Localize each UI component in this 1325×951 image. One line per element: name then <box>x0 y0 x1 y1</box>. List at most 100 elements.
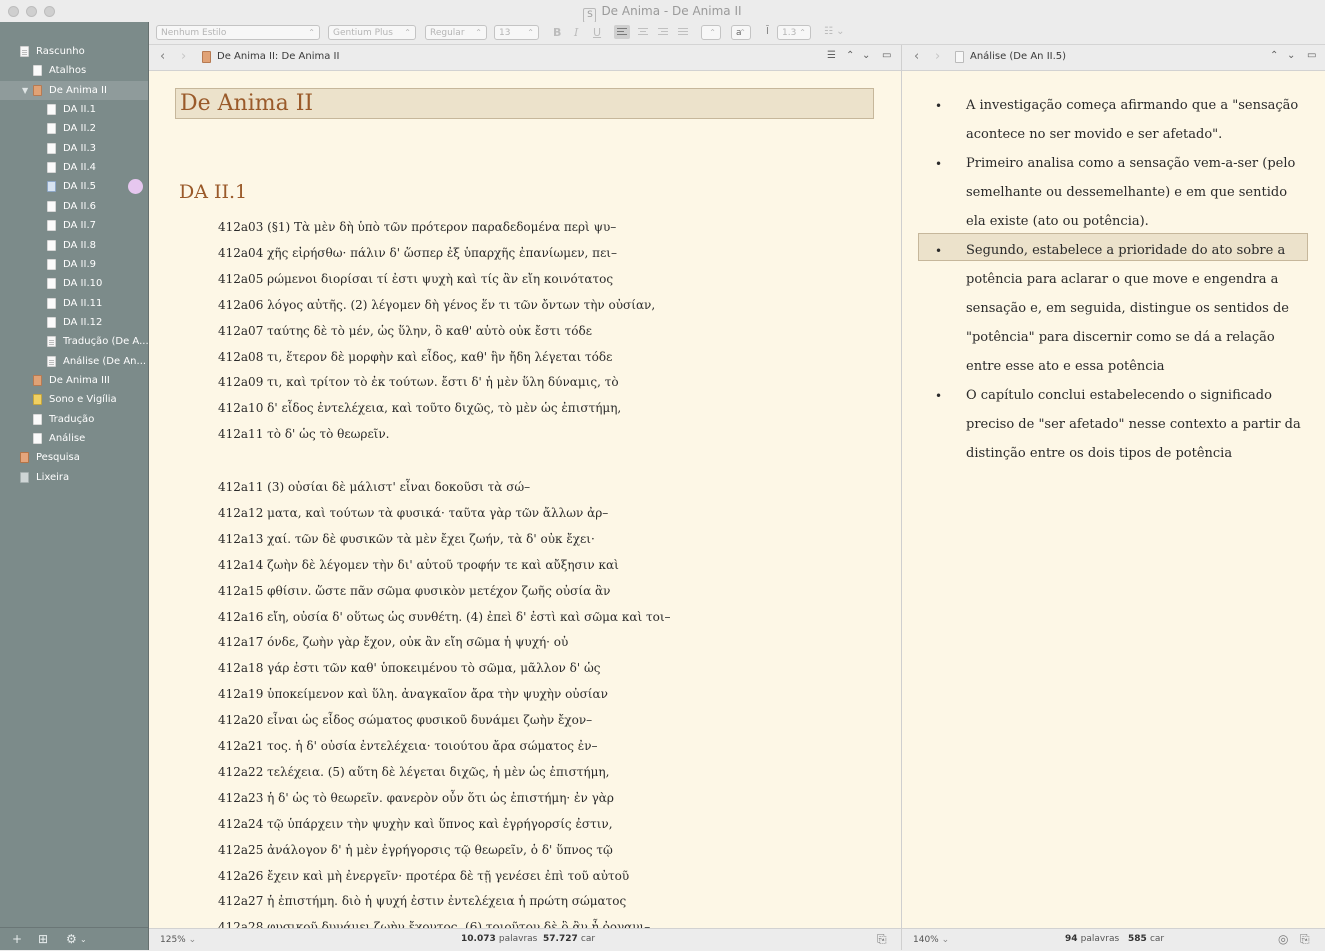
binder-item[interactable]: DA II.10 <box>0 274 148 293</box>
notes-icon <box>47 336 56 348</box>
binder-item-label: Análise (De An... <box>63 355 147 367</box>
document-icon <box>955 51 964 63</box>
binder-item[interactable]: DA II.5 <box>0 177 148 196</box>
binder-item[interactable]: Atalhos <box>0 61 148 80</box>
binder-item[interactable]: Tradução (De A... <box>0 332 149 351</box>
binder-item[interactable]: DA II.4 <box>0 158 148 177</box>
breadcrumb-document: De Anima II <box>281 51 340 62</box>
align-justify-icon <box>678 28 688 35</box>
binder-item-label: Atalhos <box>49 65 87 77</box>
binder-item[interactable]: Tradução <box>0 410 148 429</box>
split-toggle-icon[interactable]: ▭ <box>882 50 891 61</box>
chevron-down-icon[interactable]: ⌄ <box>1287 50 1295 61</box>
binder-item[interactable]: DA II.2 <box>0 119 148 138</box>
notebook-icon <box>33 84 42 96</box>
binder-item[interactable]: DA II.3 <box>0 139 148 158</box>
window-title-text: De Anima - De Anima II <box>601 4 742 18</box>
doc-icon <box>33 413 42 425</box>
binder-item[interactable]: Análise (De An... <box>0 352 148 371</box>
align-right-button[interactable] <box>655 25 671 42</box>
doc-icon <box>33 433 42 444</box>
binder-item-label: DA II.7 <box>63 220 96 232</box>
binder-item[interactable]: DA II.9 <box>0 255 148 274</box>
binder-item-label: De Anima III <box>49 374 110 386</box>
add-folder-icon[interactable]: ⊞ <box>38 932 48 946</box>
align-justify-button[interactable] <box>675 25 691 42</box>
binder-item[interactable]: DA II.8 <box>0 236 148 255</box>
chevron-down-icon[interactable]: ⌄ <box>80 935 87 944</box>
chevron-up-icon[interactable]: ⌃ <box>1270 50 1278 61</box>
font-weight-select[interactable]: Regular <box>425 25 487 40</box>
bookmark-icon[interactable]: ⎘ <box>1300 932 1310 947</box>
bold-button[interactable]: B <box>553 26 561 39</box>
split-toggle-icon[interactable]: ▭ <box>1307 50 1316 61</box>
highlight-color-select[interactable]: a <box>731 25 751 40</box>
word-count: 94 palavras <box>1065 934 1119 944</box>
right-editor[interactable]: • A investigação começa afirmando que a "… <box>902 71 1325 928</box>
bullet-marker: • <box>935 99 943 113</box>
list-icon[interactable]: ☷ ⌄ <box>824 26 845 37</box>
notebook-icon <box>33 374 42 386</box>
binder-sidebar: Rascunho Atalhos ▼ De Anima II DA II.1 DA II.… <box>0 22 149 950</box>
chevron-down-icon[interactable]: ⌄ <box>862 50 870 61</box>
align-left-button[interactable] <box>614 25 630 39</box>
line-spacing-select[interactable]: 1.3 <box>777 25 811 40</box>
char-count-label: car <box>580 934 596 944</box>
style-select[interactable]: Nenhum Estilo <box>156 25 320 40</box>
scrivener-app-icon: S <box>583 8 597 23</box>
zoom-select[interactable]: 125% <box>160 935 196 945</box>
yellow-icon <box>33 394 42 406</box>
char-count-value: 585 <box>1128 934 1147 944</box>
binder-item[interactable]: DA II.1 <box>0 100 148 119</box>
binder-item-label: Tradução (De A... <box>63 336 149 348</box>
binder-item[interactable]: De Anima III <box>0 371 148 390</box>
doc-icon <box>47 278 56 290</box>
right-doc-title[interactable]: Análise (De An II.5) <box>970 51 1066 62</box>
target-icon[interactable]: ⎘ <box>877 932 887 947</box>
underline-button[interactable]: U <box>593 26 601 39</box>
align-center-button[interactable] <box>635 25 651 42</box>
font-size-select[interactable]: 13 <box>494 25 539 40</box>
binder-item[interactable]: DA II.12 <box>0 313 148 332</box>
binder-item[interactable]: Pesquisa <box>0 448 148 467</box>
binder-item[interactable]: Sono e Vigília <box>0 390 148 409</box>
text-line: 412a07 ταύτης δὲ τὸ μέν, ὡς ὕλην, ὃ καθ'… <box>218 323 592 338</box>
font-family-select[interactable]: Gentium Plus <box>328 25 416 40</box>
binder-item[interactable]: DA II.11 <box>0 294 148 313</box>
doc-icon <box>47 123 56 135</box>
back-arrow-icon[interactable]: ‹ <box>914 49 919 64</box>
zoom-select[interactable]: 140% <box>913 935 949 945</box>
doc-icon <box>47 258 56 270</box>
binder-item-label: DA II.9 <box>63 258 96 270</box>
text-line: 412a06 λόγος αὐτῆς. (2) λέγομεν δὴ γένος… <box>218 297 656 312</box>
hamburger-menu-icon[interactable]: ☰ <box>827 50 836 61</box>
binder-item[interactable]: DA II.6 <box>0 197 148 216</box>
text-color-select[interactable] <box>701 25 721 40</box>
binder-item[interactable]: Rascunho <box>0 42 148 61</box>
forward-arrow-icon[interactable]: › <box>935 49 940 64</box>
binder-item[interactable]: Análise <box>0 429 148 448</box>
binder-item[interactable]: Lixeira <box>0 468 148 487</box>
text-line: 412a11 (3) οὐσίαι δὲ μάλιστ' εἶναι δοκοῦ… <box>218 480 531 494</box>
text-line: 412a19 ὑποκείμενον καὶ ὕλη. ἀναγκαῖον ἄρ… <box>218 687 608 702</box>
left-breadcrumb[interactable]: De Anima II: De Anima II <box>217 51 339 62</box>
disclosure-triangle-icon[interactable]: ▼ <box>22 81 28 100</box>
bullet-marker: • <box>935 157 943 171</box>
bullet-marker: • <box>935 244 943 258</box>
binder-item[interactable]: ▼ De Anima II <box>0 80 148 100</box>
gear-icon[interactable]: ⚙ <box>66 932 77 946</box>
text-line: 412a20 εἶναι ὡς εἶδος σώματος φυσικοῦ δυ… <box>218 713 593 728</box>
text-line: 412a28 φυσικοῦ δυνάμει ζωὴν ἔχοντος. (6)… <box>218 920 651 928</box>
target-icon[interactable]: ◎ <box>1278 932 1288 946</box>
align-center-icon <box>638 28 648 35</box>
word-count-value: 94 <box>1065 934 1078 944</box>
italic-button[interactable]: I <box>574 26 578 39</box>
word-count: 10.073 palavras <box>461 934 537 944</box>
back-arrow-icon[interactable]: ‹ <box>160 49 165 64</box>
left-editor[interactable]: De Anima II DA II.1 412a03 (§1) Τὰ μὲν δ… <box>149 71 901 928</box>
text-line: 412a14 ζωὴν δὲ λέγομεν τὴν δι' αὑτοῦ τρο… <box>218 557 619 572</box>
add-item-icon[interactable]: + <box>12 932 22 946</box>
binder-item[interactable]: DA II.7 <box>0 216 148 235</box>
chevron-up-icon[interactable]: ⌃ <box>846 50 854 61</box>
forward-arrow-icon[interactable]: › <box>181 49 186 64</box>
